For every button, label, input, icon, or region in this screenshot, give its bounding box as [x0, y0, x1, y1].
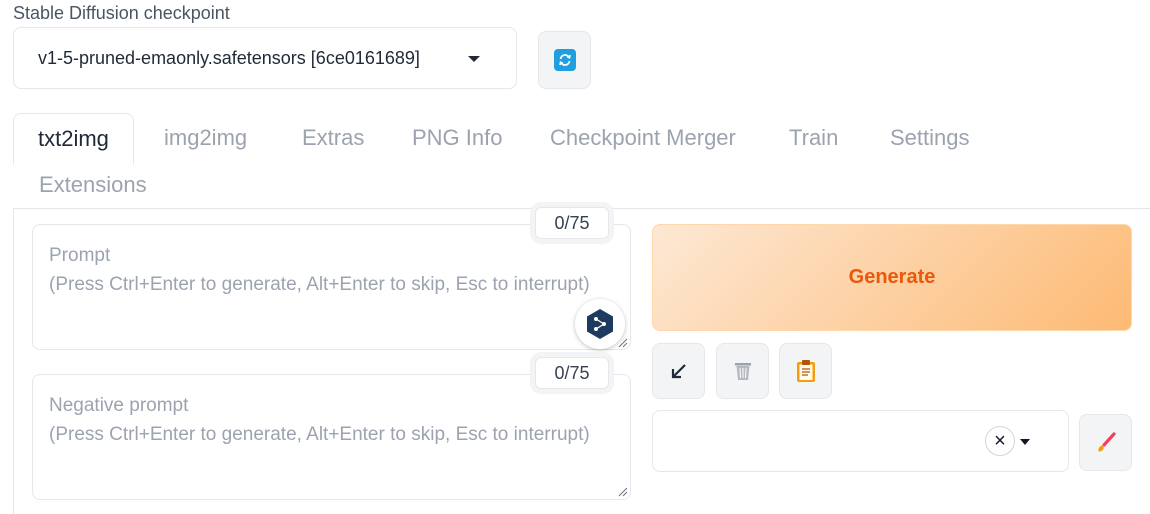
negative-prompt-input[interactable]: Negative prompt (Press Ctrl+Enter to gen…: [32, 374, 631, 500]
panel-border: [13, 208, 14, 514]
tab-txt2img[interactable]: txt2img: [13, 113, 134, 165]
tab-img2img[interactable]: img2img: [164, 113, 247, 163]
hexagon-share-icon[interactable]: [575, 299, 625, 349]
edit-styles-button[interactable]: [1079, 414, 1132, 471]
clear-prompt-button[interactable]: [716, 343, 769, 399]
clear-styles-button[interactable]: ×: [985, 426, 1015, 456]
chevron-down-icon[interactable]: [1020, 439, 1030, 445]
checkpoint-dropdown[interactable]: v1-5-pruned-emaonly.safetensors [6ce0161…: [13, 27, 517, 89]
paint-brush-icon: [1097, 431, 1116, 451]
prompt-placeholder-hint: (Press Ctrl+Enter to generate, Alt+Enter…: [49, 274, 590, 295]
tab-extensions[interactable]: Extensions: [39, 160, 147, 210]
negative-prompt-placeholder-title: Negative prompt: [49, 395, 189, 416]
prompt-input[interactable]: Prompt (Press Ctrl+Enter to generate, Al…: [32, 224, 631, 350]
apply-styles-button[interactable]: [779, 343, 832, 399]
prompt-token-counter: 0/75: [535, 207, 609, 239]
clipboard-icon: [796, 360, 815, 382]
webui-root: Stable Diffusion checkpoint v1-5-pruned-…: [0, 0, 1150, 514]
checkpoint-label: Stable Diffusion checkpoint: [13, 3, 230, 23]
tab-settings[interactable]: Settings: [890, 113, 970, 163]
negative-prompt-token-counter: 0/75: [535, 357, 609, 389]
checkpoint-value: v1-5-pruned-emaonly.safetensors [6ce0161…: [38, 47, 420, 68]
read-params-button[interactable]: [652, 343, 705, 399]
negative-prompt-placeholder-hint: (Press Ctrl+Enter to generate, Alt+Enter…: [49, 424, 590, 445]
generate-button[interactable]: Generate: [652, 224, 1132, 331]
prompt-placeholder-title: Prompt: [49, 245, 111, 266]
resize-grip-icon[interactable]: [618, 487, 628, 497]
tab-checkpoint-merger[interactable]: Checkpoint Merger: [550, 113, 736, 163]
trash-icon: [734, 363, 751, 380]
refresh-checkpoint-button[interactable]: [538, 31, 591, 89]
tab-png-info[interactable]: PNG Info: [412, 113, 502, 163]
chevron-down-icon: [468, 56, 480, 62]
arrow-down-left-icon: [671, 364, 686, 379]
tab-train[interactable]: Train: [789, 113, 838, 163]
refresh-icon: [553, 49, 576, 71]
tab-extras[interactable]: Extras: [302, 113, 364, 163]
